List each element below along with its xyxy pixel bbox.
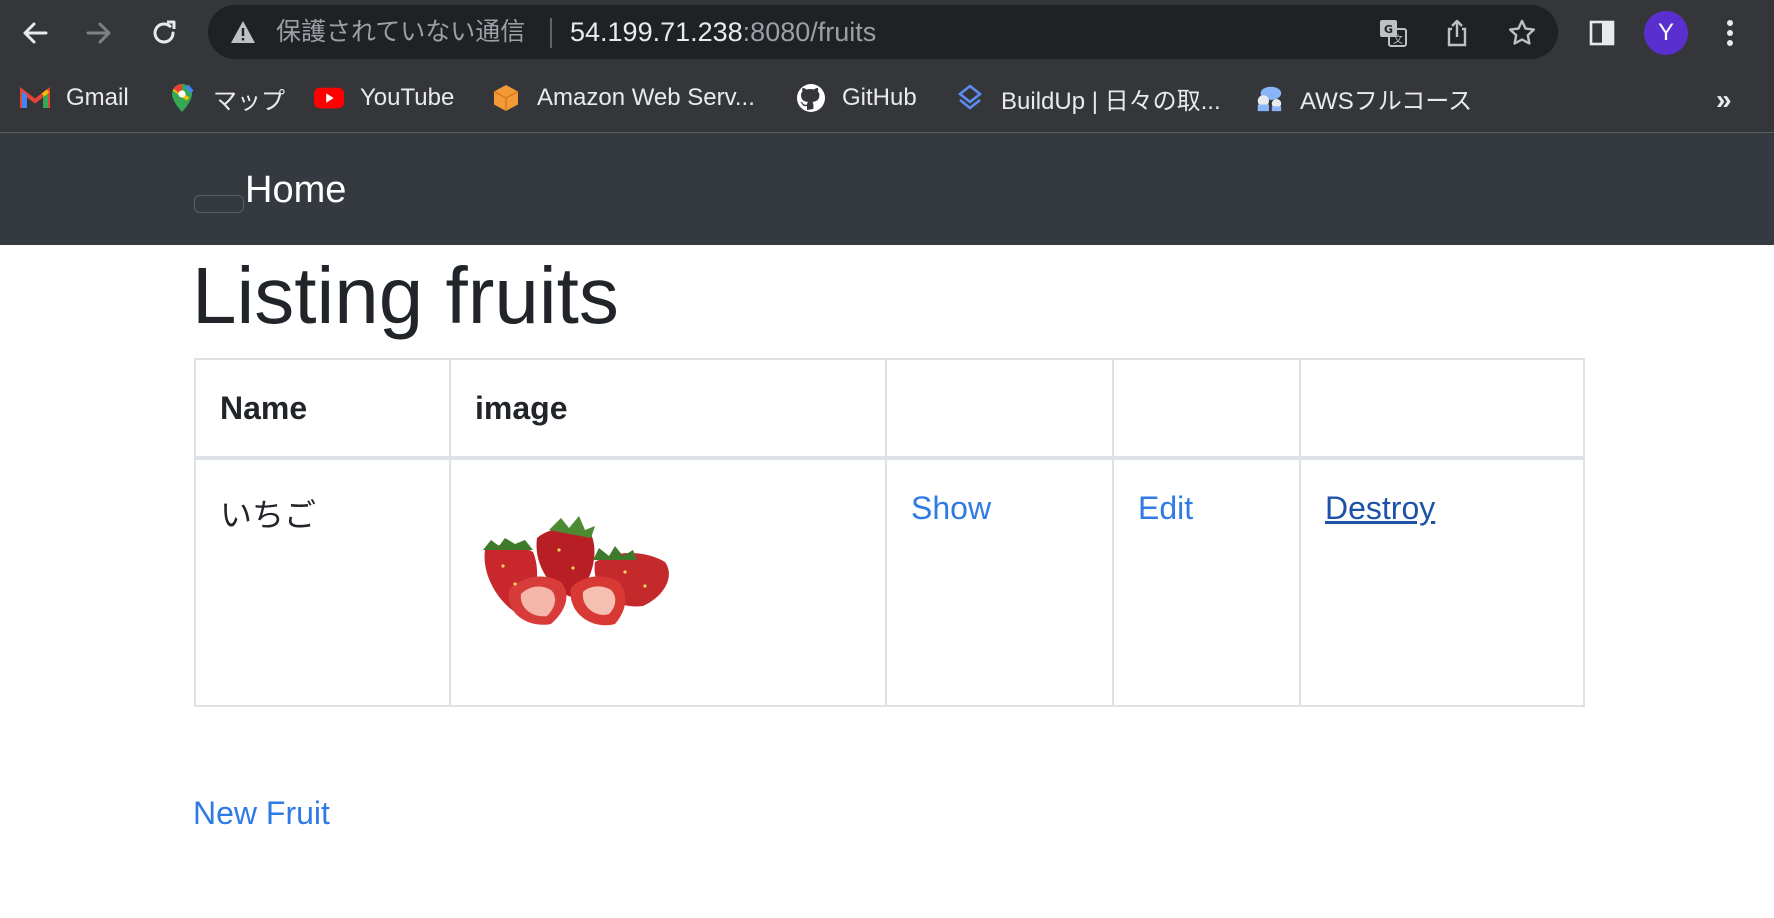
profile-avatar[interactable]: Y: [1644, 11, 1688, 55]
column-header-destroy: [1299, 358, 1585, 460]
destroy-link[interactable]: Destroy: [1325, 490, 1435, 526]
column-header-name: Name: [194, 358, 451, 460]
new-fruit-link[interactable]: New Fruit: [193, 795, 330, 832]
omnibox-divider: [550, 18, 552, 48]
back-arrow-icon[interactable]: [15, 13, 55, 53]
table-header-row: Name image: [194, 358, 1585, 460]
url-text[interactable]: 54.199.71.238:8080/fruits: [570, 17, 877, 47]
aws-cube-icon: [491, 83, 521, 113]
strawberries-image: [483, 516, 669, 626]
nav-home-link[interactable]: Home: [245, 169, 346, 212]
aws-course-icon: [1254, 83, 1284, 113]
warning-icon[interactable]: [230, 20, 256, 44]
bookmark-aws[interactable]: Amazon Web Serv...: [491, 76, 755, 120]
bookmark-buildup[interactable]: BuildUp | 日々の取...: [955, 76, 1221, 120]
side-panel-icon[interactable]: [1582, 13, 1622, 53]
translate-icon[interactable]: G文: [1378, 18, 1408, 48]
address-bar[interactable]: 保護されていない通信 54.199.71.238:8080/fruits G文: [208, 5, 1558, 59]
star-icon[interactable]: [1507, 18, 1537, 48]
bookmark-github[interactable]: GitHub: [796, 76, 917, 120]
destroy-cell: Destroy: [1299, 457, 1585, 707]
maps-icon: [167, 83, 197, 113]
column-header-edit: [1112, 358, 1301, 460]
bookmark-label: GitHub: [842, 84, 917, 111]
url-host: 54.199.71.238: [570, 17, 743, 47]
svg-text:文: 文: [1393, 33, 1403, 46]
show-cell: Show: [885, 457, 1114, 707]
bookmark-label: Amazon Web Serv...: [537, 84, 755, 111]
gmail-icon: [20, 83, 50, 113]
site-navbar: Home: [0, 133, 1774, 245]
show-link[interactable]: Show: [911, 490, 991, 526]
column-header-show: [885, 358, 1114, 460]
page-title: Listing fruits: [192, 251, 619, 340]
forward-arrow-icon[interactable]: [79, 13, 119, 53]
github-icon: [796, 83, 826, 113]
fruit-name-cell: いちご: [194, 457, 451, 707]
bookmark-youtube[interactable]: YouTube: [314, 76, 454, 120]
bookmarks-bar: Gmail マップ YouTube Amazon Web Serv... Git…: [0, 66, 1774, 133]
url-path: :8080/fruits: [742, 17, 877, 47]
navbar-toggler-button[interactable]: [194, 195, 244, 213]
bookmark-label: Gmail: [66, 84, 129, 111]
bookmark-maps[interactable]: マップ: [167, 76, 285, 120]
bookmarks-overflow-button[interactable]: »: [1716, 84, 1732, 116]
reload-icon[interactable]: [144, 13, 184, 53]
edit-link[interactable]: Edit: [1138, 490, 1193, 526]
fruit-image-cell: [449, 457, 887, 707]
security-status[interactable]: 保護されていない通信: [276, 19, 525, 45]
bookmark-gmail[interactable]: Gmail: [20, 76, 129, 120]
browser-toolbar: 保護されていない通信 54.199.71.238:8080/fruits G文 …: [0, 0, 1774, 66]
kebab-menu-icon[interactable]: [1710, 13, 1750, 53]
bookmark-label: AWSフルコース: [1300, 87, 1473, 115]
bookmark-label: YouTube: [360, 84, 455, 111]
bookmark-label: マップ: [213, 87, 285, 115]
edit-cell: Edit: [1112, 457, 1301, 707]
fruits-table: Name image いちご Show Edit Destroy: [194, 358, 1585, 707]
buildup-icon: [955, 83, 985, 113]
bookmark-label: BuildUp | 日々の取...: [1001, 87, 1221, 115]
table-row: いちご Show Edit Destroy: [194, 457, 1585, 707]
svg-text:G: G: [1384, 23, 1393, 36]
bookmark-aws-course[interactable]: AWSフルコース: [1254, 76, 1472, 120]
share-icon[interactable]: [1442, 18, 1472, 48]
youtube-icon: [314, 83, 344, 113]
column-header-image: image: [449, 358, 887, 460]
